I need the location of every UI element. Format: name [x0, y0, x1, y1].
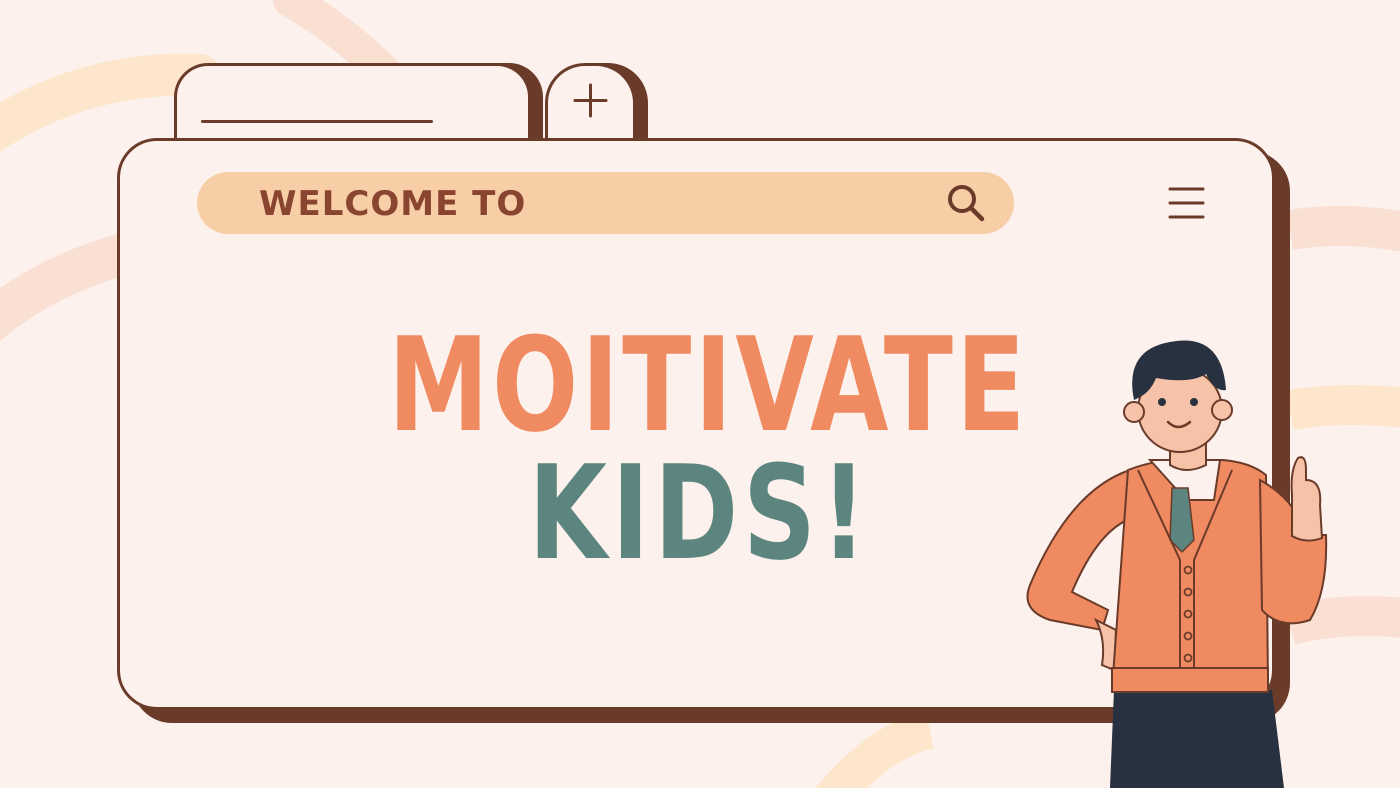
- search-text: WELCOME TO: [259, 184, 527, 224]
- search-icon[interactable]: [945, 182, 987, 224]
- hamburger-menu-icon[interactable]: [1166, 184, 1206, 224]
- headline-line-2: KIDS!: [528, 437, 872, 589]
- boy-thumbs-up-illustration: [1026, 340, 1328, 788]
- plus-icon: [573, 83, 608, 118]
- tab-title-placeholder: [201, 120, 433, 123]
- headline-line-1: MOITIVATE: [388, 309, 1029, 461]
- search-bar[interactable]: WELCOME TO: [197, 172, 1014, 234]
